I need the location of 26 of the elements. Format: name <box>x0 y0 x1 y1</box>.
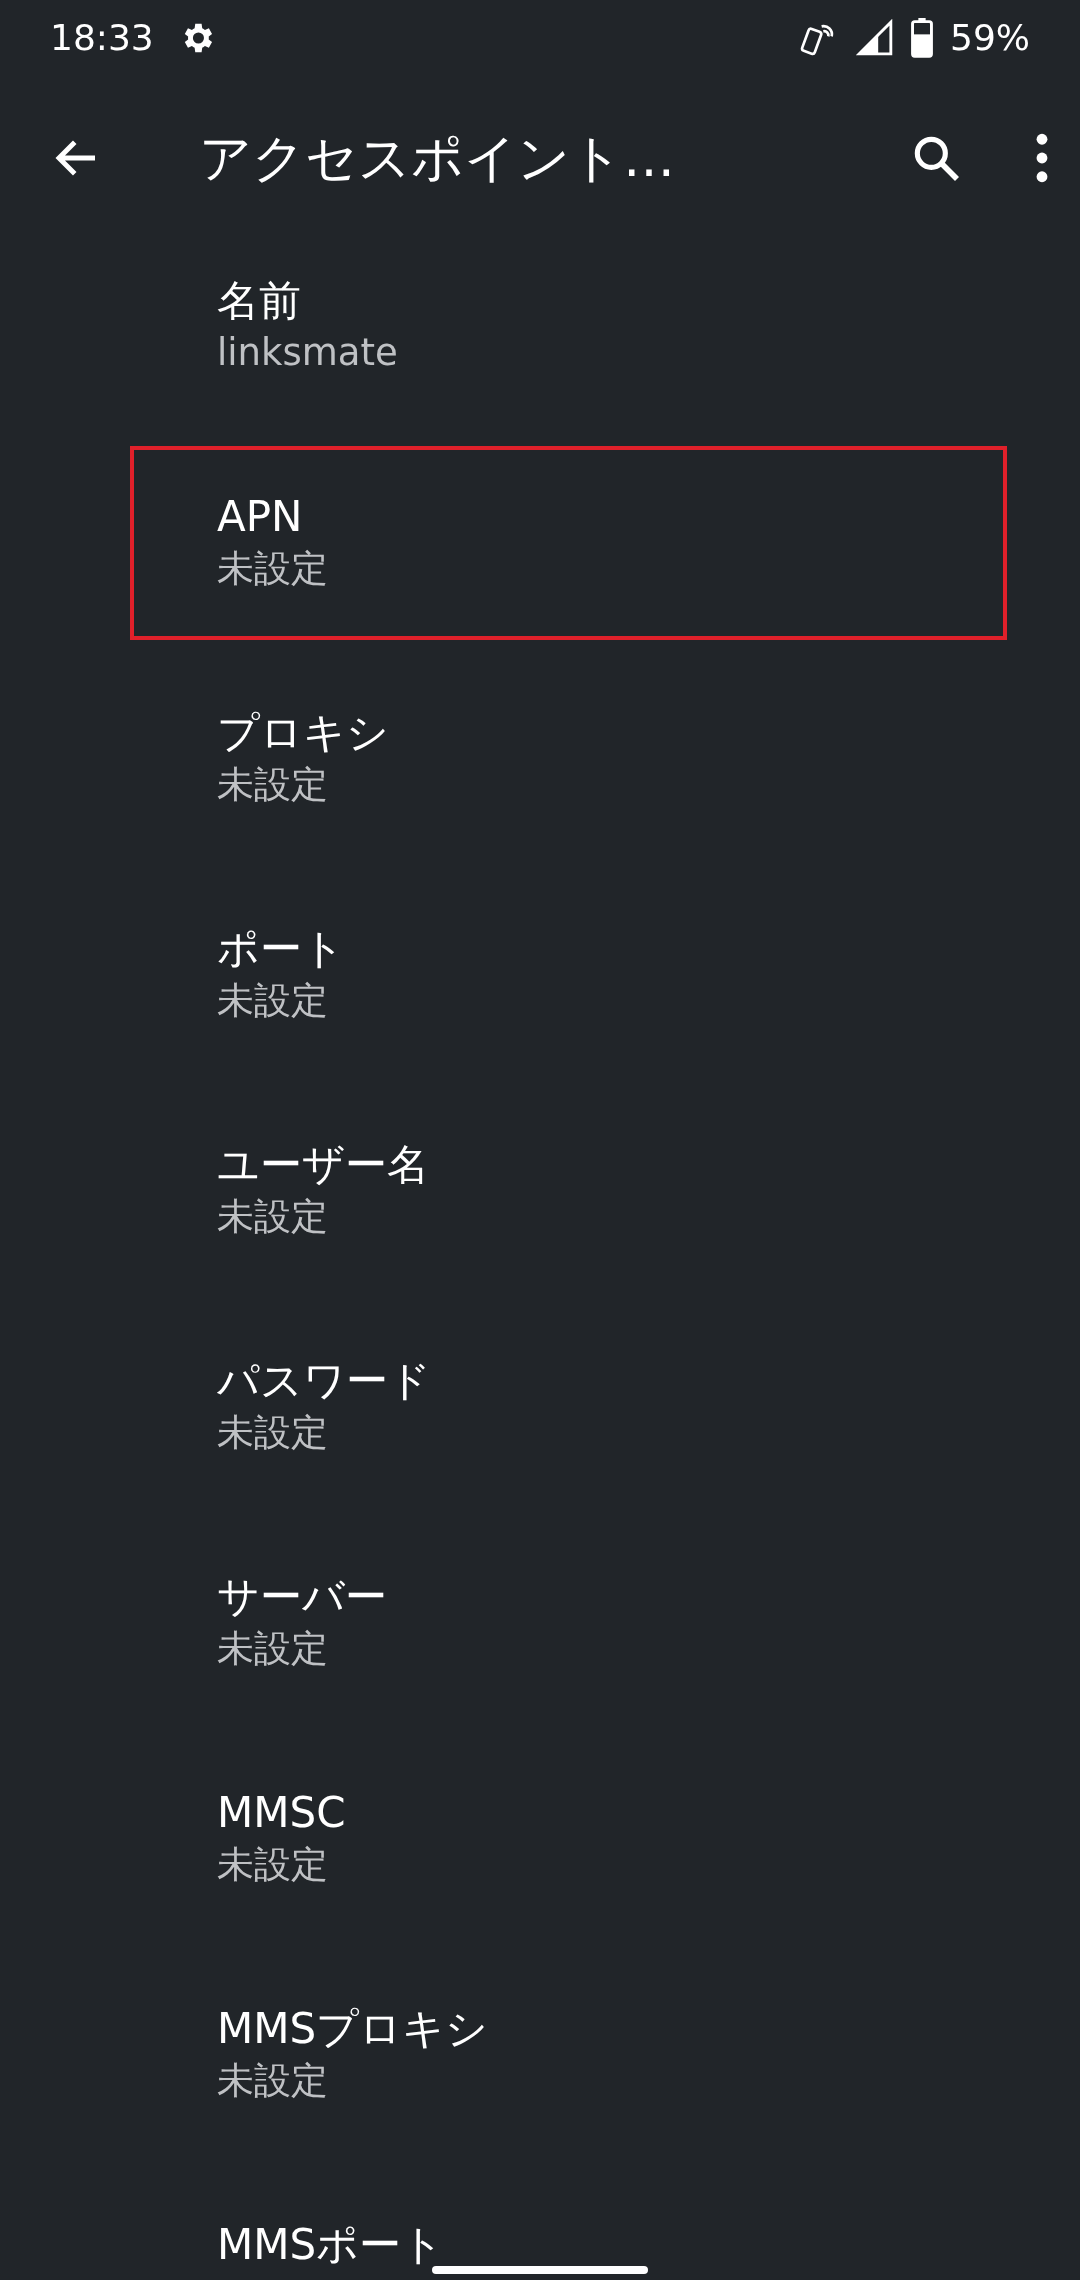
setting-value: 未設定 <box>217 1193 329 1240</box>
setting-value: 未設定 <box>217 2057 329 2104</box>
setting-title[interactable]: パスワード <box>217 1354 1080 1409</box>
setting-title[interactable]: MMSポート <box>217 2218 1080 2273</box>
setting-title[interactable]: MMSプロキシ <box>217 2002 1080 2057</box>
setting-title[interactable]: ユーザー名 <box>217 1138 1080 1193</box>
setting-value: 未設定 <box>217 977 329 1024</box>
screen-title: アクセスポイント… <box>199 126 675 190</box>
setting-title[interactable]: プロキシ <box>217 706 1080 761</box>
setting-value: 未設定 <box>217 1625 329 1672</box>
setting-value: 未設定 <box>217 1841 329 1888</box>
setting-value: linksmate <box>217 329 399 376</box>
battery-icon <box>910 17 934 58</box>
clock: 18:33 <box>50 15 154 60</box>
setting-value: 未設定 <box>217 545 329 592</box>
setting-title[interactable]: サーバー <box>217 1570 1080 1625</box>
setting-title[interactable]: 名前 <box>217 274 1080 329</box>
gesture-handle[interactable] <box>432 2266 648 2274</box>
cell-signal-icon <box>856 18 894 57</box>
more-options-icon[interactable] <box>1034 132 1050 183</box>
setting-value: 未設定 <box>217 1409 329 1456</box>
battery-percentage: 59% <box>950 15 1030 60</box>
setting-title[interactable]: MMSC <box>217 1786 1080 1841</box>
setting-value: 未設定 <box>217 761 329 808</box>
setting-title[interactable]: ポート <box>217 922 1080 977</box>
setting-title[interactable]: APN <box>217 490 1080 545</box>
